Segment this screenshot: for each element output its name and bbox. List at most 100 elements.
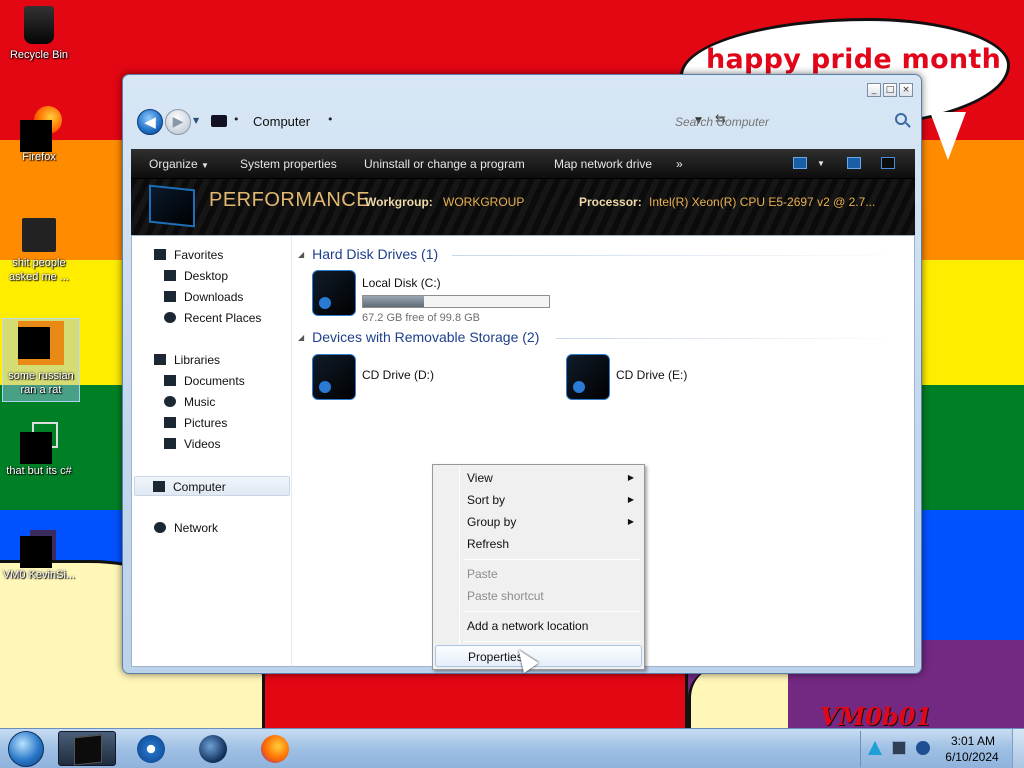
nav-label: Music — [184, 395, 216, 409]
preview-pane-icon[interactable] — [847, 157, 861, 169]
nav-music[interactable]: Music — [164, 392, 215, 412]
drive-name: CD Drive (E:) — [616, 368, 688, 382]
nav-computer[interactable]: Computer — [134, 476, 290, 496]
nav-desktop[interactable]: Desktop — [164, 266, 228, 286]
search-box[interactable] — [667, 109, 913, 135]
group-divider — [452, 255, 908, 256]
menu-item-paste[interactable]: Paste — [435, 563, 642, 585]
minimize-button[interactable]: _ — [867, 83, 881, 97]
doodle-right — [688, 668, 788, 728]
desktop-icon-rat[interactable]: some russian ran a rat — [2, 318, 80, 402]
nav-downloads[interactable]: Downloads — [164, 287, 243, 307]
clock-time[interactable]: 3:01 AM — [944, 734, 1002, 748]
action-center-icon[interactable] — [868, 741, 882, 755]
start-button[interactable] — [8, 731, 44, 767]
drive-cd-d[interactable]: CD Drive (D:) — [312, 354, 512, 404]
cd-drive-icon — [312, 354, 356, 400]
desktop-icon-text-file[interactable]: shit people asked me ... — [0, 218, 78, 284]
videos-icon — [164, 438, 176, 449]
chevron-down-icon: ▼ — [201, 161, 209, 170]
taskbar-media-player-button[interactable] — [122, 731, 180, 766]
change-view-icon[interactable] — [793, 157, 807, 169]
doodle-center — [262, 668, 688, 728]
breadcrumb-separator[interactable]: • — [233, 113, 240, 126]
details-pane: PERFORMANCE Workgroup: WORKGROUP Process… — [131, 179, 915, 235]
nav-network[interactable]: Network — [154, 518, 218, 538]
nav-label: Favorites — [174, 248, 224, 262]
collapse-triangle-icon[interactable]: ◢ — [298, 333, 304, 342]
desktop-icon — [164, 270, 176, 281]
drive-cd-e[interactable]: CD Drive (E:) — [566, 354, 766, 404]
help-icon[interactable] — [881, 157, 895, 169]
desktop-icon-label: Recycle Bin — [9, 49, 69, 61]
taskbar-firefox-button[interactable] — [246, 731, 304, 766]
menu-item-group-by[interactable]: Group by ▶ — [435, 511, 642, 533]
nav-videos[interactable]: Videos — [164, 434, 220, 454]
notification-area: 3:01 AM 6/10/2024 — [860, 729, 1024, 768]
network-icon[interactable] — [892, 741, 906, 755]
workgroup-value: WORKGROUP — [443, 195, 525, 209]
censor-block — [20, 536, 52, 568]
breadcrumb-separator[interactable]: • — [327, 113, 334, 126]
nav-pictures[interactable]: Pictures — [164, 413, 227, 433]
back-button[interactable]: ◀ — [137, 109, 163, 135]
processor-value: Intel(R) Xeon(R) CPU E5-2697 v2 @ 2.7... — [649, 195, 876, 209]
drive-usage-bar — [362, 295, 550, 308]
menu-label: View — [467, 471, 493, 485]
group-label: Devices with Removable Storage (2) — [312, 329, 540, 345]
search-icon[interactable] — [895, 113, 907, 125]
menu-item-refresh[interactable]: Refresh — [435, 533, 642, 555]
menu-item-paste-shortcut[interactable]: Paste shortcut — [435, 585, 642, 607]
organize-button[interactable]: Organize ▼ — [149, 157, 209, 171]
group-header-removable[interactable]: ◢ Devices with Removable Storage (2) — [298, 329, 539, 345]
show-desktop-button[interactable] — [1012, 729, 1024, 768]
nav-label: Videos — [184, 437, 221, 451]
maximize-button[interactable]: □ — [883, 83, 897, 97]
menu-label: Group by — [467, 515, 517, 529]
system-properties-button[interactable]: System properties — [240, 157, 337, 171]
taskbar-explorer-button[interactable] — [58, 731, 116, 766]
desktop-icon-vm0[interactable]: VM0 KevinSi... — [0, 530, 78, 582]
drive-name: CD Drive (D:) — [362, 368, 434, 382]
censor-block — [20, 432, 52, 464]
address-bar[interactable]: • Computer • ▼ ⇆ — [207, 110, 726, 134]
desktop-icon-recycle-bin[interactable]: Recycle Bin — [0, 6, 78, 62]
taskbar-ie-button[interactable] — [184, 731, 242, 766]
desktop-icon-label: shit people asked me ... — [9, 257, 69, 283]
menu-item-sort-by[interactable]: Sort by ▶ — [435, 489, 642, 511]
computer-icon — [211, 115, 227, 127]
recent-pages-dropdown[interactable]: ▼ — [193, 116, 199, 125]
media-icon — [20, 530, 56, 568]
nav-label: Computer — [173, 480, 226, 494]
caption-buttons: _ □ × — [867, 83, 913, 97]
nav-label: Network — [174, 521, 219, 535]
forward-button[interactable]: ▶ — [165, 109, 191, 135]
map-network-drive-button[interactable]: Map network drive — [554, 157, 652, 171]
breadcrumb-location[interactable]: Computer — [253, 114, 310, 129]
media-player-icon — [137, 735, 165, 763]
drive-local-disk-c[interactable]: Local Disk (C:) 67.2 GB free of 99.8 GB — [312, 270, 562, 330]
menu-item-properties[interactable]: Properties — [435, 645, 642, 667]
nav-libraries[interactable]: Libraries — [154, 350, 220, 370]
more-commands-button[interactable]: » — [676, 157, 683, 171]
nav-label: Desktop — [184, 269, 229, 283]
collapse-triangle-icon[interactable]: ◢ — [298, 250, 304, 259]
nav-label: Pictures — [184, 416, 228, 430]
nav-documents[interactable]: Documents — [164, 371, 245, 391]
group-header-hard-disks[interactable]: ◢ Hard Disk Drives (1) — [298, 246, 438, 262]
nav-recent-places[interactable]: Recent Places — [164, 308, 261, 328]
clock-date[interactable]: 6/10/2024 — [940, 750, 1004, 764]
view-options-dropdown[interactable]: ▼ — [817, 159, 825, 168]
firefox-icon — [20, 106, 62, 152]
desktop-icon-firefox[interactable]: Firefox — [0, 106, 78, 164]
volume-icon[interactable] — [916, 741, 930, 755]
uninstall-program-button[interactable]: Uninstall or change a program — [364, 157, 525, 171]
close-button[interactable]: × — [899, 83, 913, 97]
menu-item-add-network-location[interactable]: Add a network location — [435, 615, 642, 637]
desktop-icon-csharp[interactable]: that but its c# — [0, 422, 78, 478]
menu-item-view[interactable]: View ▶ — [435, 467, 642, 489]
nav-favorites[interactable]: Favorites — [154, 245, 223, 265]
search-input[interactable] — [675, 113, 885, 131]
wallpaper-signature: VM0b01 — [820, 702, 933, 728]
submenu-arrow-icon: ▶ — [627, 517, 634, 526]
